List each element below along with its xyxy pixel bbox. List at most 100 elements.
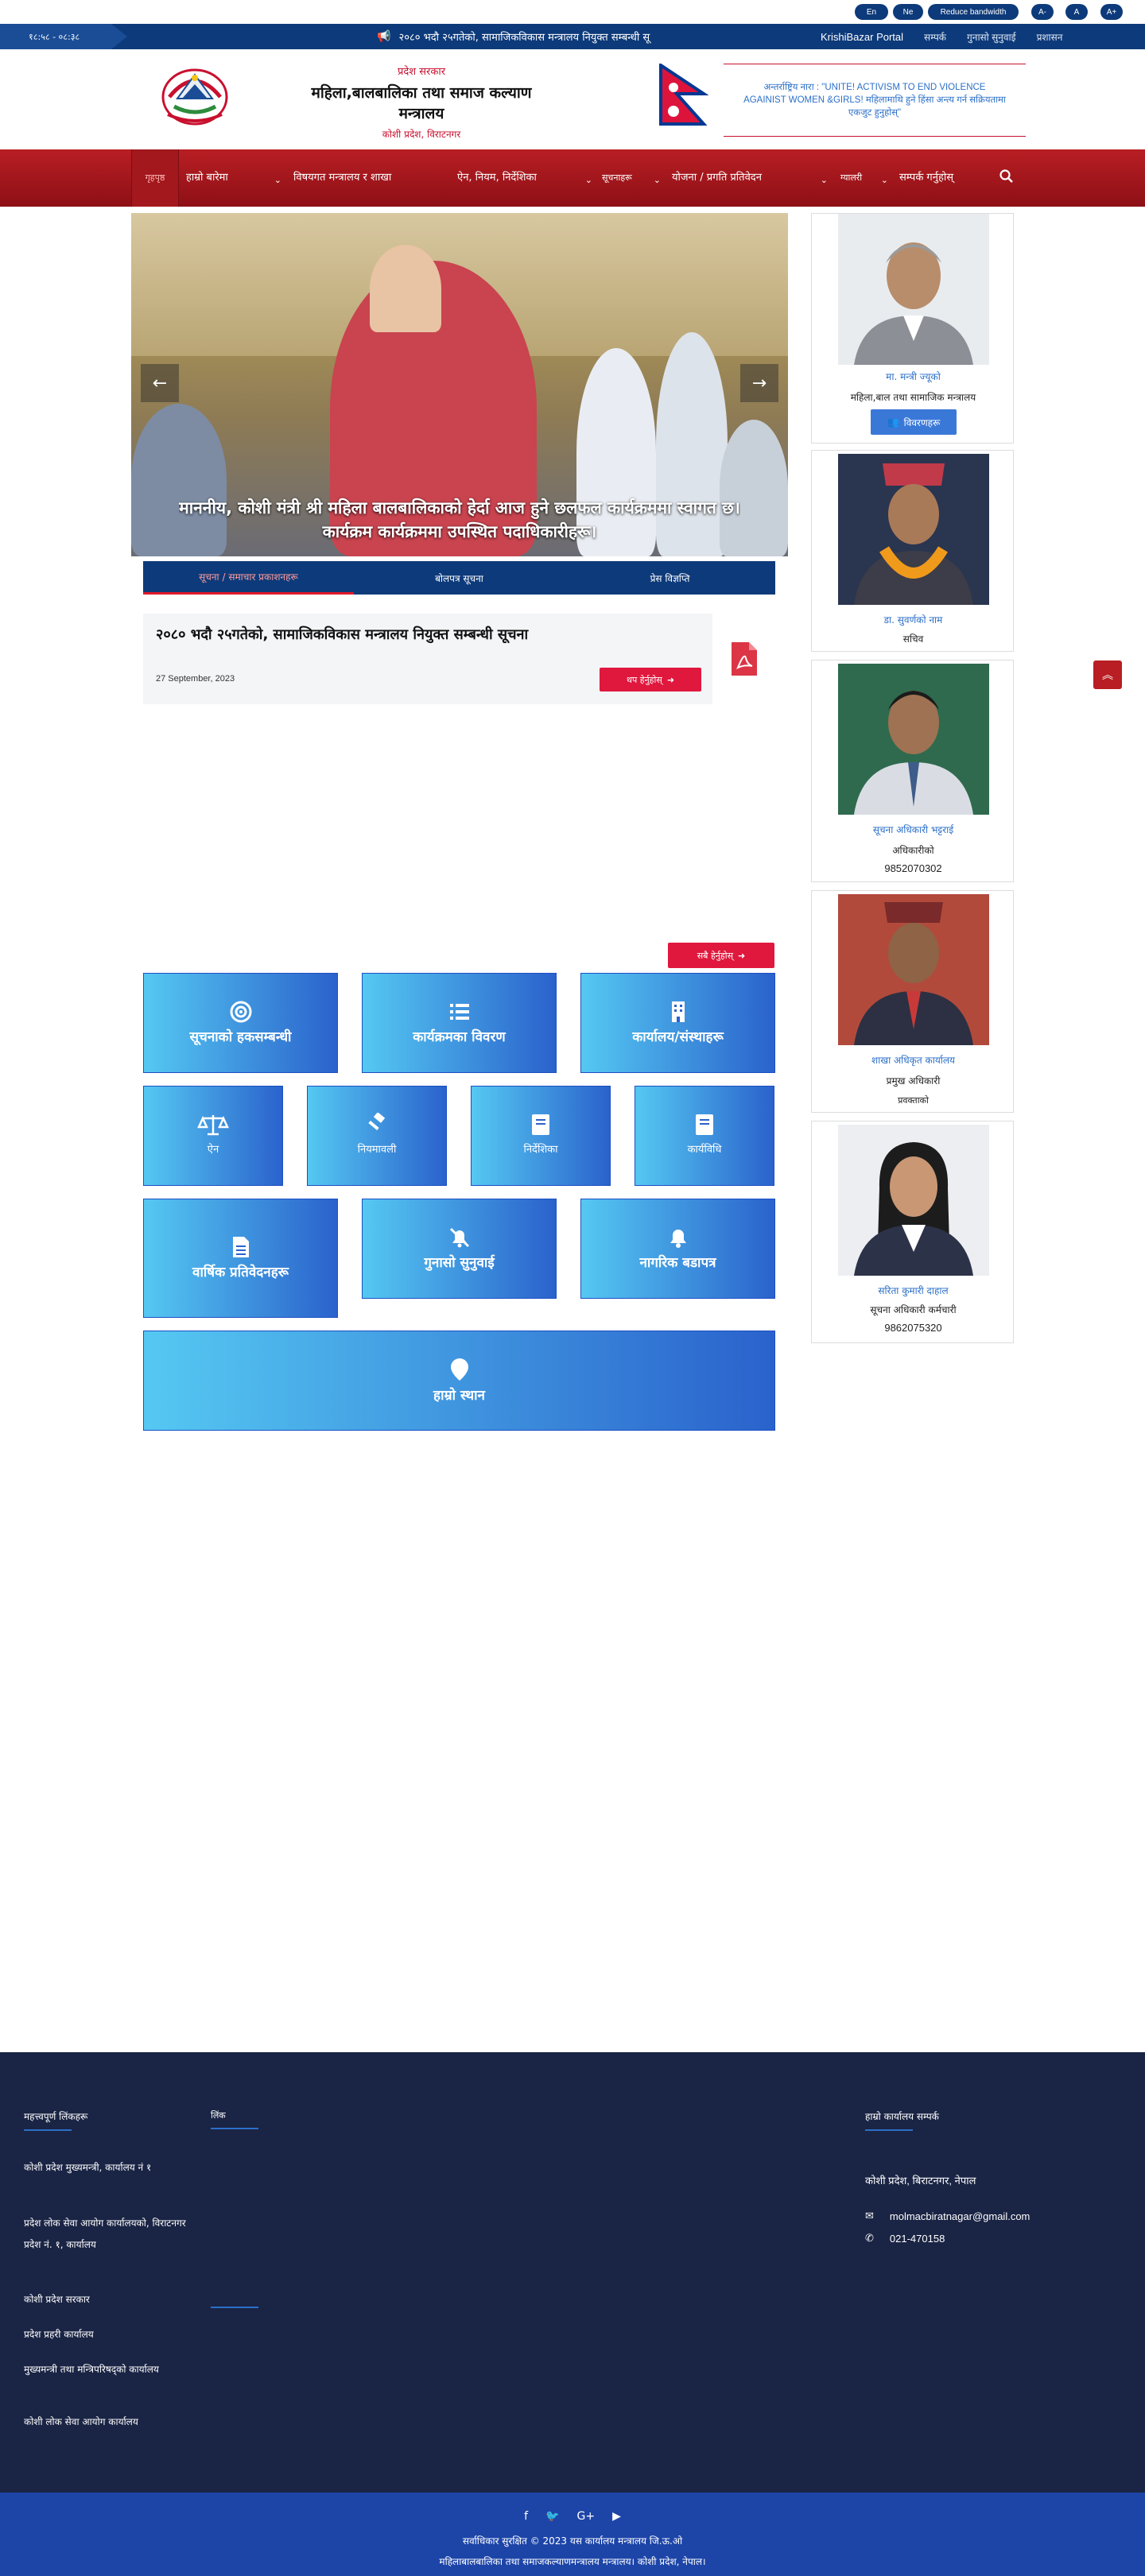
ticker-headline[interactable]: २०८० भदौ २५गतेको, सामाजिकविकास मन्त्रालय…: [398, 29, 650, 44]
footer-email-text[interactable]: molmacbiratnagar@gmail.com: [890, 2210, 1030, 2222]
search-icon[interactable]: [999, 169, 1015, 184]
official-photo: [838, 894, 989, 1045]
gavel-icon: [368, 1113, 386, 1131]
copyright-text: सर्वाधिकार सुरक्षित © 2023 यस कार्यालय म…: [462, 2535, 683, 2547]
tile-guidelines[interactable]: निर्देशिका: [471, 1086, 611, 1186]
footer-link[interactable]: कोशी लोक सेवा आयोग कार्यालय: [24, 2411, 191, 2433]
official-name[interactable]: सरिता कुमारी दाहाल: [812, 1284, 1015, 1297]
ticker-link-contact[interactable]: सम्पर्क: [924, 30, 946, 44]
arrow-right-icon: ➜: [738, 950, 746, 961]
nav-item-plans-reports[interactable]: योजना / प्रगति प्रतिवेदन ⌄: [672, 149, 828, 207]
back-to-top-icon[interactable]: ︽: [1093, 660, 1122, 689]
tile-our-location[interactable]: हाम्रो स्थान: [143, 1331, 775, 1431]
official-name[interactable]: डा. सुवर्णको नाम: [812, 613, 1015, 626]
facebook-icon[interactable]: f: [524, 2510, 528, 2523]
notice-date: 27 September, 2023: [156, 674, 235, 684]
office-title[interactable]: महिला,बालबालिका तथा समाज कल्याण मन्त्राल…: [302, 83, 541, 124]
scales-icon: [197, 1115, 229, 1136]
reduce-bandwidth-button[interactable]: Reduce bandwidth: [928, 4, 1019, 20]
tile-offices[interactable]: कार्यालय/संस्थाहरू: [580, 973, 775, 1073]
nav-item-acts-rules[interactable]: ऐन, नियम, निर्देशिका ⌄: [457, 149, 592, 207]
tile-acts[interactable]: ऐन: [143, 1086, 283, 1186]
megaphone-icon: 📢: [377, 30, 391, 43]
nav-item-ministry-branches[interactable]: विषयगत मन्त्रालय र शाखा: [293, 149, 429, 207]
tile-label: नियमावली: [357, 1144, 397, 1156]
official-phone: 9862075320: [884, 1322, 942, 1334]
ticker-link-admin[interactable]: प्रशासन: [1037, 30, 1063, 44]
footer-email[interactable]: ✉ molmacbiratnagar@gmail.com: [865, 2210, 1030, 2222]
tile-citizen-charter[interactable]: नागरिक बडापत्र: [580, 1199, 775, 1299]
slide-caption: माननीय, कोशी मंत्री श्री महिला बालबालिका…: [179, 498, 740, 541]
official-name[interactable]: मा. मन्त्री ज्यूको: [812, 370, 1015, 383]
official-role: महिला,बाल तथा सामाजिक मन्त्रालय: [850, 392, 976, 403]
book-icon: [696, 1114, 713, 1135]
credit-text: महिलाबालबालिका तथा समाजकल्याणमन्त्रालय म…: [439, 2556, 706, 2567]
ticker-link-grievance[interactable]: गुनासो सुनुवाई: [967, 30, 1016, 44]
official-role: प्रमुख अधिकारी: [886, 1075, 941, 1087]
tile-program-details[interactable]: कार्यक्रमका विवरण: [362, 973, 557, 1073]
tile-regulations[interactable]: नियमावली: [307, 1086, 447, 1186]
nav-item-notices[interactable]: सूचनाहरू ⌄: [602, 149, 661, 207]
tab-news-publications[interactable]: सूचना / समाचार प्रकाशनहरू: [143, 561, 354, 595]
tile-procedures[interactable]: कार्यविधि: [635, 1086, 774, 1186]
view-all-button[interactable]: सबै हेर्नुहोस् ➜: [668, 943, 774, 968]
footer-secondary-heading: लिंक: [211, 2110, 258, 2129]
tile-grievance-hearing[interactable]: गुनासो सुनुवाई: [362, 1199, 557, 1299]
view-more-button[interactable]: थप हेर्नुहोस् ➜: [600, 668, 701, 691]
site-footer: महत्त्वपूर्ण लिंकहरू कोशी प्रदेश मुख्यमन…: [0, 2052, 1145, 2493]
footer-link[interactable]: मुख्यमन्त्री तथा मन्त्रिपरिषद्को कार्याल…: [24, 2359, 191, 2380]
document-icon: [232, 1237, 249, 1257]
tile-label: नागरिक बडापत्र: [639, 1255, 716, 1271]
tile-right-to-information[interactable]: सूचनाको हकसम्बन्धी: [143, 973, 338, 1073]
envelope-icon: ✉: [865, 2210, 874, 2222]
slider-next-arrow-icon[interactable]: →: [740, 364, 778, 402]
tile-label: कार्यक्रमका विवरण: [413, 1029, 506, 1045]
font-decrease-button[interactable]: A-: [1031, 4, 1054, 20]
lang-en-button[interactable]: En: [855, 4, 888, 20]
google-plus-icon[interactable]: G+: [577, 2510, 596, 2523]
nav-item-contact[interactable]: सम्पर्क गर्नुहोस्: [899, 149, 987, 207]
tab-press-release[interactable]: प्रेस विज्ञप्ति: [565, 561, 775, 595]
tile-annual-reports[interactable]: वार्षिक प्रतिवेदनहरू: [143, 1199, 338, 1318]
official-role: अधिकारीको: [892, 845, 934, 856]
tab-tender-notice[interactable]: बोलपत्र सूचना: [354, 561, 565, 595]
footer-link[interactable]: कोशी प्रदेश मुख्यमन्त्री, कार्यालय नं १: [24, 2157, 191, 2179]
official-name[interactable]: शाखा अधिकृत कार्यालय: [812, 1053, 1015, 1067]
footer-address: कोशी प्रदेश, बिराटनगर, नेपाल: [865, 2175, 976, 2187]
nav-item-label: ग्यालरी: [840, 172, 863, 183]
twitter-icon[interactable]: 🐦: [545, 2510, 559, 2523]
government-label: प्रदेश सरकार: [397, 66, 446, 78]
footer-link[interactable]: कोशी प्रदेश सरकार: [24, 2289, 191, 2311]
office-title-block: प्रदेश सरकार महिला,बालबालिका तथा समाज कल…: [302, 64, 541, 141]
official-photo: [838, 214, 989, 365]
youtube-icon[interactable]: ▶: [612, 2510, 621, 2523]
pdf-download[interactable]: [709, 614, 775, 704]
font-normal-button[interactable]: A: [1065, 4, 1088, 20]
ticker-link-krishibazar[interactable]: KrishiBazar Portal: [821, 31, 903, 43]
font-increase-button[interactable]: A+: [1100, 4, 1123, 20]
official-phone: 9852070302: [884, 862, 942, 874]
nepal-emblem-logo[interactable]: [158, 62, 231, 126]
users-icon: 👥: [887, 416, 899, 428]
ticker-news[interactable]: 📢 २०८० भदौ २५गतेको, सामाजिकविकास मन्त्रा…: [377, 24, 759, 49]
hero-slider[interactable]: ← → माननीय, कोशी मंत्री श्री महिला बालबा…: [131, 213, 788, 556]
nav-item-about[interactable]: हाम्रो बारेमा ⌄: [186, 149, 281, 207]
view-more-label: थप हेर्नुहोस्: [626, 674, 662, 685]
official-photo: [838, 1125, 989, 1276]
notice-title[interactable]: २०८० भदौ २५गतेको, सामाजिकविकास मन्त्रालय…: [156, 625, 665, 645]
nav-item-gallery[interactable]: ग्यालरी ⌄: [840, 149, 888, 207]
slider-prev-arrow-icon[interactable]: ←: [141, 364, 179, 402]
tile-label: वार्षिक प्रतिवेदनहरू: [192, 1265, 289, 1280]
tile-label: सूचनाको हकसम्बन्धी: [189, 1029, 292, 1045]
lang-ne-button[interactable]: Ne: [893, 4, 923, 20]
official-photo: [838, 454, 989, 605]
pdf-file-icon: [731, 642, 757, 676]
target-icon: [230, 1001, 251, 1023]
nav-item-home[interactable]: गृहपृष्ठ: [131, 149, 179, 207]
official-card-section-officer: शाखा अधिकृत कार्यालय प्रमुख अधिकारी प्रव…: [811, 890, 1014, 1113]
footer-link[interactable]: प्रदेश प्रहरी कार्यालय: [24, 2324, 191, 2346]
footer-link[interactable]: प्रदेश लोक सेवा आयोग कार्यालयको, विराटनग…: [24, 2213, 191, 2256]
official-name[interactable]: सूचना अधिकारी भट्टराई: [812, 823, 1015, 836]
footer-phone: ✆ 021-470158: [865, 2232, 945, 2245]
details-button[interactable]: 👥 विवरणहरू: [871, 409, 957, 435]
